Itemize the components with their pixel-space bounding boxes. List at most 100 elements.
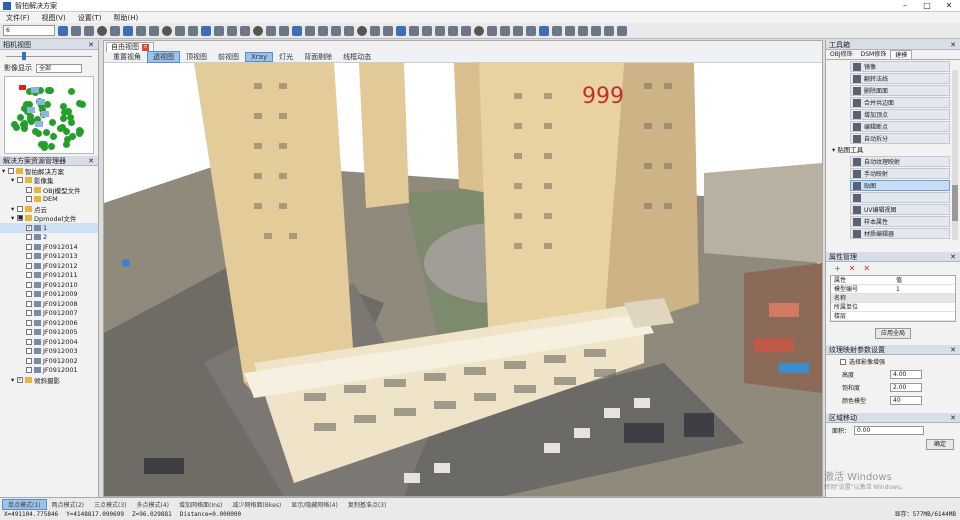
3d-scene-viewport[interactable]: 999 <box>104 63 822 496</box>
tree-item[interactable]: JF0912008 <box>0 299 98 309</box>
camera-overview-map[interactable] <box>4 76 94 154</box>
toolbar-tool-icon[interactable] <box>84 25 94 36</box>
toolbar-tool-icon[interactable] <box>318 25 328 36</box>
toolbar-tool-icon[interactable] <box>71 25 81 36</box>
view-mode-button[interactable]: 顶视图 <box>181 52 212 62</box>
add-property-icon[interactable]: + <box>834 264 841 273</box>
tool-button[interactable]: 编辑断点 <box>850 121 950 132</box>
mode-button[interactable]: 多点模式(4) <box>132 500 175 509</box>
tree-item[interactable]: OBJ模型文件 <box>0 185 98 195</box>
toolbar-tool-icon[interactable] <box>448 25 458 36</box>
tree-item[interactable]: JF0912013 <box>0 252 98 262</box>
tool-button[interactable]: 删除面面 <box>850 85 950 96</box>
tree-item[interactable]: JF0912014 <box>0 242 98 252</box>
toolbar-tool-icon[interactable] <box>578 25 588 36</box>
tree-checkbox[interactable] <box>26 196 32 203</box>
menu-view[interactable]: 视图(V) <box>36 13 72 23</box>
toolbar-tool-icon[interactable] <box>591 25 601 36</box>
tool-button[interactable]: 增加顶点 <box>850 109 950 120</box>
toolbar-tool-icon[interactable] <box>396 25 406 36</box>
mode-button[interactable]: 减少网格面(Bkes) <box>227 500 286 509</box>
toolbar-tool-icon[interactable] <box>175 25 185 36</box>
tree-item[interactable]: JF0912005 <box>0 328 98 338</box>
tree-checkbox[interactable] <box>26 348 32 355</box>
toolbar-tool-icon[interactable] <box>162 25 172 36</box>
toolbox-close-icon[interactable]: ✕ <box>950 40 956 50</box>
area-input[interactable]: 0.00 <box>854 425 925 435</box>
toolbar-tool-icon[interactable] <box>240 25 250 36</box>
toolbar-tool-icon[interactable] <box>461 25 471 36</box>
texture-field-input[interactable]: 2.00 <box>890 383 922 392</box>
texture-tool-button[interactable]: 自动纹理映射 <box>850 156 950 167</box>
tree-checkbox[interactable] <box>26 310 32 317</box>
tree-item[interactable]: JF0912009 <box>0 290 98 300</box>
toolbar-tool-icon[interactable] <box>552 25 562 36</box>
layer-combo[interactable]: 6 <box>3 25 55 36</box>
tree-item[interactable]: JF0912010 <box>0 280 98 290</box>
toolbar-tool-icon[interactable] <box>526 25 536 36</box>
toolbar-tool-icon[interactable] <box>422 25 432 36</box>
toolbar-tool-icon[interactable] <box>331 25 341 36</box>
toolbar-tool-icon[interactable] <box>357 25 367 36</box>
texture-tool-button[interactable]: UV编辑视图 <box>850 204 950 215</box>
mode-button[interactable]: 两点模式(2) <box>47 500 90 509</box>
property-row[interactable]: 模型编号 1 <box>831 285 955 294</box>
menu-settings[interactable]: 设置(T) <box>72 13 108 23</box>
tree-checkbox[interactable] <box>26 291 32 298</box>
tree-checkbox[interactable] <box>26 262 32 269</box>
toolbar-tool-icon[interactable] <box>500 25 510 36</box>
tree-checkbox[interactable] <box>26 272 32 279</box>
maximize-button[interactable]: □ <box>916 1 938 10</box>
toolbar-tool-icon[interactable] <box>617 25 627 36</box>
toolbar-tool-icon[interactable] <box>58 25 68 36</box>
toolbar-tool-icon[interactable] <box>253 25 263 36</box>
texture-field-input[interactable]: 4.00 <box>890 370 922 379</box>
tree-checkbox[interactable] <box>26 357 32 364</box>
tree-checkbox[interactable] <box>17 177 23 184</box>
camera-panel-close-icon[interactable]: ✕ <box>88 40 94 50</box>
tree-checkbox[interactable]: ✓ <box>17 376 23 383</box>
mode-button[interactable]: 三点模式(3) <box>89 500 132 509</box>
tree-checkbox[interactable] <box>8 167 14 174</box>
tree-checkbox[interactable] <box>26 367 32 374</box>
texture-field-input[interactable]: 40 <box>890 396 922 405</box>
view-mode-button[interactable]: 透视图 <box>147 51 180 63</box>
tree-item[interactable]: JF0912002 <box>0 356 98 366</box>
confirm-button[interactable]: 确定 <box>926 439 954 450</box>
texture-tool-button[interactable]: 手动映射 <box>850 168 950 179</box>
toolbar-tool-icon[interactable] <box>344 25 354 36</box>
toolbox-tab[interactable]: 建模 <box>890 50 913 59</box>
toolbar-tool-icon[interactable] <box>409 25 419 36</box>
view-mode-button[interactable]: 背面剔除 <box>299 52 337 62</box>
texture-tool-button[interactable]: 贴图 <box>850 180 950 191</box>
apply-global-button[interactable]: 应用全局 <box>875 328 911 339</box>
camera-slider[interactable] <box>0 50 98 62</box>
tree-item[interactable]: 2 <box>0 233 98 243</box>
tree-item[interactable]: ▾ 点云 <box>0 204 98 214</box>
tree-checkbox[interactable] <box>26 281 32 288</box>
toolbar-tool-icon[interactable] <box>305 25 315 36</box>
view-mode-button[interactable]: 重置视角 <box>108 52 146 62</box>
toolbar-tool-icon[interactable] <box>227 25 237 36</box>
property-row[interactable]: 所属单位 <box>831 303 955 312</box>
tree-item[interactable]: JF0912012 <box>0 261 98 271</box>
texture-tool-button[interactable] <box>850 192 950 203</box>
property-row[interactable]: 名称 <box>831 294 955 303</box>
tree-checkbox[interactable] <box>26 186 32 193</box>
property-row[interactable]: 楼层 <box>831 312 955 321</box>
delete-property-icon[interactable]: ✕ <box>849 264 856 273</box>
tool-button[interactable]: 翻转法线 <box>850 73 950 84</box>
mode-button[interactable]: 显示/隐藏网格(4) <box>286 500 343 509</box>
tool-button[interactable]: 合并共边面 <box>850 97 950 108</box>
tree-item[interactable]: JF0912003 <box>0 347 98 357</box>
toolbar-tool-icon[interactable] <box>604 25 614 36</box>
tree-checkbox[interactable] <box>26 319 32 326</box>
toolbox-scroll-thumb[interactable] <box>952 185 958 221</box>
tree-item[interactable]: JF0912007 <box>0 309 98 319</box>
tree-checkbox[interactable] <box>26 300 32 307</box>
mode-button[interactable]: 增加网格面(Ins) <box>174 500 227 509</box>
toolbar-tool-icon[interactable] <box>110 25 120 36</box>
toolbox-tab[interactable]: OBJ修饰 <box>826 50 857 59</box>
view-mode-button[interactable]: 线框动态 <box>338 52 376 62</box>
property-row[interactable]: 属性 值 <box>831 276 955 285</box>
